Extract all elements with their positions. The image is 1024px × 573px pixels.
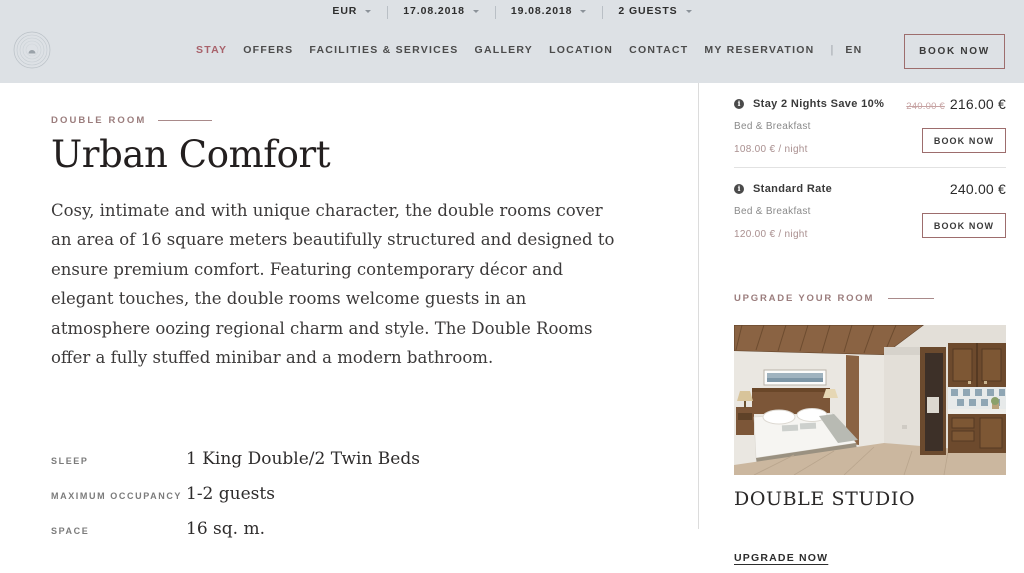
page-title: Urban Comfort xyxy=(51,133,331,176)
upgrade-now-link[interactable]: UPGRADE NOW xyxy=(734,552,828,564)
site-header: EUR 17.08.2018 19.08.2018 2 GUESTS STAY … xyxy=(0,0,1024,83)
rate-price-wrap: 240.00 € xyxy=(945,181,1006,197)
checkout-date-label: 19.08.2018 xyxy=(510,5,573,17)
hotel-logo-icon[interactable] xyxy=(13,31,51,69)
spec-value-maximum-occupancy: 1-2 guests xyxy=(186,483,275,504)
header-book-now-button[interactable]: BOOK NOW xyxy=(904,34,1005,69)
double-studio-photo[interactable] xyxy=(734,325,1006,475)
rate-book-now-button[interactable]: BOOK NOW xyxy=(922,213,1006,238)
rate-header: i Stay 2 Nights Save 10% 240.00 € 216.00… xyxy=(734,96,1006,112)
info-icon[interactable]: i xyxy=(734,184,744,194)
main-navigation: STAY OFFERS FACILITIES & SERVICES GALLER… xyxy=(196,44,862,56)
upgrade-room-title: DOUBLE STUDIO xyxy=(734,488,916,510)
room-category-label: DOUBLE ROOM xyxy=(51,115,147,126)
nav-item-my-reservation[interactable]: MY RESERVATION xyxy=(704,44,830,56)
chevron-down-icon xyxy=(580,9,587,13)
nav-item-offers[interactable]: OFFERS xyxy=(243,44,309,56)
rate-price-wrap: 240.00 € 216.00 € xyxy=(906,96,1006,112)
spec-row-space: SPACE 16 sq. m. xyxy=(51,516,671,543)
room-category-eyebrow: DOUBLE ROOM xyxy=(51,115,671,126)
chevron-down-icon xyxy=(472,9,479,13)
upgrade-heading-rule xyxy=(888,298,935,299)
rate-name-wrap: i Standard Rate xyxy=(734,183,832,195)
room-specs-table: SLEEP 1 King Double/2 Twin Beds MAXIMUM … xyxy=(51,446,671,543)
rate-name-wrap: i Stay 2 Nights Save 10% xyxy=(734,98,884,110)
spec-label-space: SPACE xyxy=(51,525,90,536)
booking-topbar: EUR 17.08.2018 19.08.2018 2 GUESTS xyxy=(0,0,1024,20)
rate-book-now-button[interactable]: BOOK NOW xyxy=(922,128,1006,153)
eyebrow-rule xyxy=(158,120,213,121)
rate-name: Standard Rate xyxy=(753,183,833,195)
spec-value-space: 16 sq. m. xyxy=(186,518,265,539)
chevron-down-icon xyxy=(365,9,372,13)
nav-item-gallery[interactable]: GALLERY xyxy=(475,44,550,56)
rates-sidebar: i Stay 2 Nights Save 10% 240.00 € 216.00… xyxy=(698,83,1024,573)
spec-label-sleep: SLEEP xyxy=(51,455,89,466)
nav-item-facilities-services[interactable]: FACILITIES & SERVICES xyxy=(309,44,474,56)
rate-old-price: 240.00 € xyxy=(906,101,945,112)
page-body: DOUBLE ROOM Urban Comfort Cosy, intimate… xyxy=(0,83,1024,573)
guests-selector[interactable]: 2 GUESTS xyxy=(602,5,707,19)
spec-row-maximum-occupancy: MAXIMUM OCCUPANCY 1-2 guests xyxy=(51,481,671,508)
rate-price: 216.00 € xyxy=(949,96,1006,112)
nav-item-stay[interactable]: STAY xyxy=(196,44,243,56)
currency-selector-label: EUR xyxy=(332,5,358,17)
room-detail-main: DOUBLE ROOM Urban Comfort Cosy, intimate… xyxy=(51,83,671,551)
spec-row-sleep: SLEEP 1 King Double/2 Twin Beds xyxy=(51,446,671,473)
rate-name: Stay 2 Nights Save 10% xyxy=(753,98,885,110)
rate-header: i Standard Rate 240.00 € xyxy=(734,181,1006,197)
nav-item-contact[interactable]: CONTACT xyxy=(629,44,704,56)
info-icon[interactable]: i xyxy=(734,99,744,109)
spec-value-sleep: 1 King Double/2 Twin Beds xyxy=(186,448,420,469)
guests-label: 2 GUESTS xyxy=(618,5,678,17)
rate-row: i Stay 2 Nights Save 10% 240.00 € 216.00… xyxy=(734,83,1006,167)
upgrade-section-heading: UPGRADE YOUR ROOM xyxy=(734,293,1006,304)
upgrade-heading-label: UPGRADE YOUR ROOM xyxy=(734,293,875,304)
nav-item-location[interactable]: LOCATION xyxy=(549,44,629,56)
chevron-down-icon xyxy=(685,9,692,13)
rate-price: 240.00 € xyxy=(949,181,1006,197)
checkin-date-label: 17.08.2018 xyxy=(403,5,465,17)
checkout-date-selector[interactable]: 19.08.2018 xyxy=(494,5,603,19)
currency-selector[interactable]: EUR xyxy=(316,5,387,17)
checkin-date-selector[interactable]: 17.08.2018 xyxy=(387,5,495,19)
room-description: Cosy, intimate and with unique character… xyxy=(51,200,615,368)
spec-label-maximum-occupancy: MAXIMUM OCCUPANCY xyxy=(51,490,183,501)
language-selector[interactable]: EN xyxy=(845,44,862,56)
rate-row: i Standard Rate 240.00 € Bed & Breakfast… xyxy=(734,167,1006,252)
nav-separator: | xyxy=(830,44,834,56)
